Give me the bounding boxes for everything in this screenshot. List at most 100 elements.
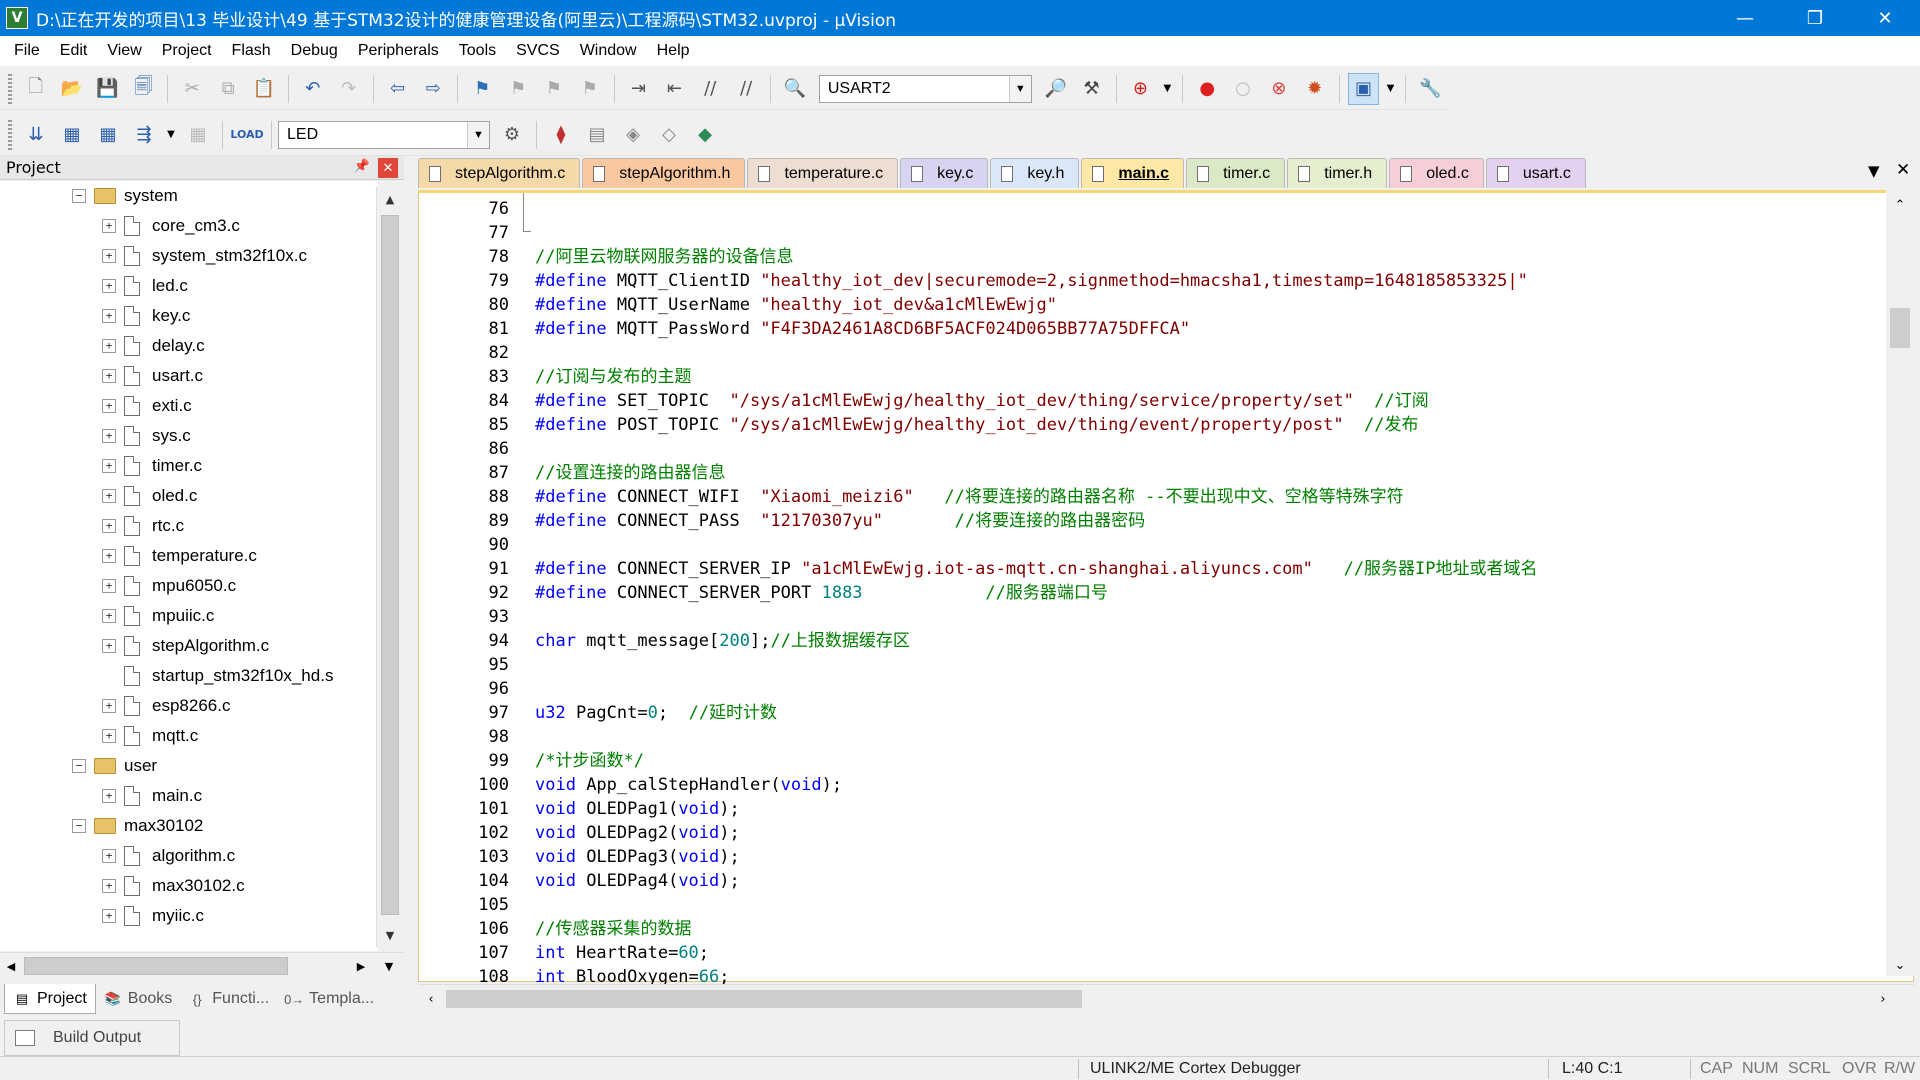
menu-project[interactable]: Project [152,42,222,60]
close-tab-icon[interactable]: ✕ [1896,160,1910,180]
open-file-icon[interactable]: 📂 [56,73,88,105]
bookmark-next-icon[interactable]: ⚑ [538,73,570,105]
editor-tab-stepAlgorithm-h[interactable]: stepAlgorithm.h [582,158,746,188]
expand-icon[interactable]: + [102,369,116,383]
bookmark-clear-icon[interactable]: ⚑ [574,73,606,105]
tree-file[interactable]: + esp8266.c [102,691,230,721]
expand-icon[interactable]: + [102,609,116,623]
code-line[interactable]: 84 #define SET_TOPIC "/sys/a1cMlEwEwjg/he… [419,389,1889,413]
code-line[interactable]: 101 void OLEDPag1(void); [419,797,1889,821]
code-line[interactable]: 98 [419,725,1889,749]
redo-icon[interactable]: ↷ [333,73,365,105]
breakpoint-insert-icon[interactable]: ● [1191,73,1223,105]
uncomment-icon[interactable]: ∕∕ [730,73,762,105]
panel-tab-functi[interactable]: {} Functi... [180,984,277,1014]
find-in-files-icon[interactable]: 🔍 [779,73,811,105]
scrollbar-thumb[interactable] [446,990,1082,1008]
project-vertical-scrollbar[interactable]: ▲ ▼ [376,187,402,947]
expand-icon[interactable]: + [102,279,116,293]
dropdown-arrow-icon[interactable]: ▼ [1160,73,1174,105]
code-line[interactable]: 107 int HeartRate=60; [419,941,1889,965]
breakpoint-kill-all-icon[interactable]: ✹ [1299,73,1331,105]
panel-tab-project[interactable]: ▤ Project [4,984,96,1014]
code-line[interactable]: 93 [419,605,1889,629]
window-layout-icon[interactable]: ▣ [1347,72,1380,105]
menu-file[interactable]: File [4,42,50,60]
breakpoint-disable-icon[interactable]: ○ [1227,73,1259,105]
build-icon[interactable]: ▦ [56,119,88,151]
tree-file[interactable]: + usart.c [102,361,203,391]
code-line[interactable]: 79 #define MQTT_ClientID "healthy_iot_dev… [419,269,1889,293]
code-editor[interactable]: 76 77 78 //阿里云物联网服务器的设备信息 79 #define MQTT_Cli… [418,190,1914,987]
code-line[interactable]: 81 #define MQTT_PassWord "F4F3DA2461A8CD6… [419,317,1889,341]
code-line[interactable]: 105 [419,893,1889,917]
tree-folder-user[interactable]: − user [72,751,157,781]
manage-project-items-icon[interactable]: ⧫ [545,119,577,151]
code-line[interactable]: 76 [419,197,1889,221]
tree-file[interactable]: + oled.c [102,481,197,511]
scrollbar-thumb[interactable] [1890,308,1910,348]
paste-icon[interactable]: 📋 [248,73,280,105]
expand-icon[interactable]: + [102,339,116,353]
code-line[interactable]: 78 //阿里云物联网服务器的设备信息 [419,245,1889,269]
expand-icon[interactable]: + [102,489,116,503]
project-horizontal-scrollbar[interactable]: ◀ ▶ ▼ [0,952,404,978]
pack-installer-icon[interactable]: ◆ [689,119,721,151]
indent-icon[interactable]: ⇥ [623,73,655,105]
editor-tab-key-h[interactable]: key.h [990,158,1080,188]
expand-icon[interactable]: + [102,849,116,863]
tree-file[interactable]: + mpuiic.c [102,601,214,631]
tree-file[interactable]: + algorithm.c [102,841,235,871]
expand-icon[interactable]: + [102,639,116,653]
expand-icon[interactable]: + [102,429,116,443]
expand-icon[interactable]: + [102,219,116,233]
scroll-right-icon[interactable]: › [1870,985,1896,1013]
bookmark-insert-icon[interactable]: ⚑ [466,73,498,105]
configure-wrench-icon[interactable]: 🔧 [1414,73,1446,105]
toolbar-grip[interactable] [8,119,12,150]
save-all-icon[interactable]: 🗐 [128,73,160,105]
tree-file[interactable]: startup_stm32f10x_hd.s [102,661,333,691]
tree-file[interactable]: + rtc.c [102,511,184,541]
translate-icon[interactable]: ⇊ [20,119,52,151]
scroll-up-icon[interactable]: ⌃ [1886,194,1914,216]
code-line[interactable]: 94 char mqtt_message[200];//上报数据缓存区 [419,629,1889,653]
scroll-right-icon[interactable]: ▶ [350,953,372,979]
undo-icon[interactable]: ↶ [297,73,329,105]
editor-tab-key-c[interactable]: key.c [900,158,989,188]
tree-file[interactable]: + temperature.c [102,541,257,571]
code-line[interactable]: 97 u32 PagCnt=0; //延时计数 [419,701,1889,725]
expand-icon[interactable]: + [102,459,116,473]
code-line[interactable]: 92 #define CONNECT_SERVER_PORT 1883 //服务器… [419,581,1889,605]
code-line[interactable]: 103 void OLEDPag3(void); [419,845,1889,869]
tab-list-dropdown-icon[interactable]: ▼ [1868,162,1880,180]
toolbar-grip[interactable] [8,73,12,104]
find-combo[interactable]: USART2 ▼ [818,74,1032,103]
code-line[interactable]: 106 //传感器采集的数据 [419,917,1889,941]
unindent-icon[interactable]: ⇤ [658,73,690,105]
code-line[interactable]: 96 [419,677,1889,701]
comment-icon[interactable]: // [694,73,726,105]
code-line[interactable]: 104 void OLEDPag4(void); [419,869,1889,893]
code-line[interactable]: 99 /*计步函数*/ [419,749,1889,773]
tree-file[interactable]: + core_cm3.c [102,211,240,241]
tree-folder-max30102[interactable]: − max30102 [72,811,203,841]
close-panel-button[interactable]: ✕ [378,158,398,178]
editor-tab-oled-c[interactable]: oled.c [1389,158,1484,188]
expand-icon[interactable]: + [102,729,116,743]
collapse-icon[interactable]: − [72,189,86,203]
menu-tools[interactable]: Tools [449,42,506,60]
chevron-down-icon[interactable]: ▼ [467,121,489,148]
dropdown-arrow-icon[interactable]: ▼ [164,119,178,151]
tree-file[interactable]: + timer.c [102,451,202,481]
bookmark-prev-icon[interactable]: ⚑ [502,73,534,105]
scroll-down-icon[interactable]: ▼ [377,923,403,947]
scroll-down-icon[interactable]: ▼ [378,953,400,979]
menu-flash[interactable]: Flash [222,42,281,60]
cut-icon[interactable]: ✂ [176,73,208,105]
collapse-icon[interactable]: − [72,819,86,833]
code-line[interactable]: 83 //订阅与发布的主题 [419,365,1889,389]
editor-tab-usart-c[interactable]: usart.c [1485,158,1586,188]
expand-icon[interactable]: + [102,789,116,803]
editor-tab-temperature-c[interactable]: temperature.c [747,158,899,188]
